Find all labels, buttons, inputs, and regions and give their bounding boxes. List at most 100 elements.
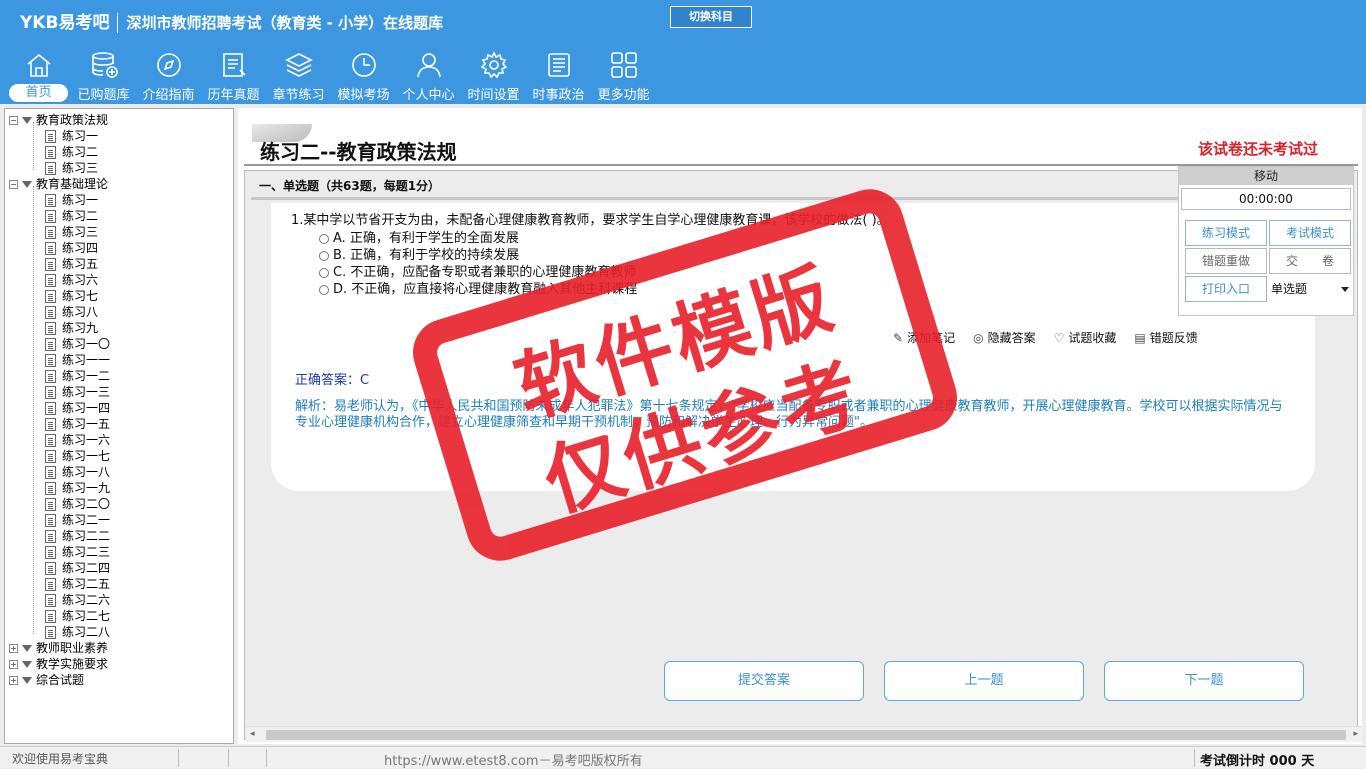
tree-item[interactable]: 练习三 [45, 160, 98, 176]
document-icon [45, 578, 56, 591]
tree-item[interactable]: 练习一二 [45, 368, 110, 384]
radio-icon[interactable] [319, 250, 329, 261]
nav-guide[interactable]: 介绍指南 [136, 48, 201, 104]
newspaper-icon [547, 53, 570, 77]
tree-item[interactable]: 练习二三 [45, 544, 110, 560]
document-icon [45, 626, 56, 639]
switch-subject-button[interactable]: 切换科目 [670, 6, 752, 28]
tree-item[interactable]: 练习二五 [45, 576, 110, 592]
document-icon [45, 418, 56, 431]
hide-answer-button[interactable]: ◎ 隐藏答案 [973, 329, 1036, 346]
tree-item[interactable]: 练习二四 [45, 560, 110, 576]
practice-mode-button[interactable]: 练习模式 [1185, 220, 1267, 246]
tree-item[interactable]: 练习五 [45, 256, 98, 272]
nav-purchased[interactable]: 已购题库 [71, 48, 136, 104]
hand-in-button[interactable]: 交 卷 [1269, 248, 1351, 274]
prev-question-button[interactable]: 上一题 [884, 661, 1084, 701]
tree-item[interactable]: 练习二 [45, 208, 98, 224]
favorite-button[interactable]: ♡ 试题收藏 [1054, 329, 1117, 346]
nav-label: 已购题库 [77, 88, 130, 103]
panel-move-handle[interactable]: 移动 [1179, 167, 1353, 185]
tree-item-label: 练习一八 [62, 465, 111, 479]
tree-group-teaching[interactable]: + 教学实施要求 [9, 656, 108, 672]
nav-past-exams[interactable]: 历年真题 [201, 48, 266, 104]
tree-item-label: 练习一六 [62, 433, 111, 447]
nav-mock-exam[interactable]: 模拟考场 [331, 48, 396, 104]
tree-item[interactable]: 练习二八 [45, 624, 110, 640]
question-type-select[interactable]: 单选题 [1269, 277, 1353, 301]
tree-item-label: 练习一二 [62, 369, 111, 383]
scroll-right-icon[interactable]: ▸ [1353, 729, 1358, 739]
tree-item[interactable]: 练习一五 [45, 416, 110, 432]
section-header: 一、单选题（共63题，每题1分） [259, 179, 441, 193]
clock-icon [351, 53, 376, 77]
tree-item[interactable]: 练习一八 [45, 464, 110, 480]
exam-mode-button[interactable]: 考试模式 [1269, 220, 1351, 246]
tree-item-label: 练习一七 [62, 449, 111, 463]
radio-icon[interactable] [319, 233, 329, 244]
tree-item[interactable]: 练习八 [45, 304, 98, 320]
tree-item[interactable]: 练习六 [45, 272, 98, 288]
tree-item[interactable]: 练习三 [45, 224, 98, 240]
collapse-icon[interactable]: − [9, 116, 18, 125]
document-icon [45, 226, 56, 239]
expand-icon[interactable]: + [9, 676, 18, 685]
print-button[interactable]: 打印入口 [1185, 276, 1267, 302]
tree-item[interactable]: 练习九 [45, 320, 98, 336]
tree-item-label: 练习二一 [62, 513, 111, 527]
scroll-thumb[interactable] [266, 730, 1346, 740]
tree-group-label: 综合试题 [36, 673, 85, 687]
tree-item[interactable]: 练习一〇 [45, 336, 110, 352]
tree-item[interactable]: 练习一一 [45, 352, 110, 368]
tree-item[interactable]: 练习二二 [45, 528, 110, 544]
document-icon [45, 130, 56, 143]
tree-item[interactable]: 练习二一 [45, 512, 110, 528]
expand-icon[interactable]: + [9, 644, 18, 653]
nav-more[interactable]: 更多功能 [591, 48, 656, 104]
tree-item[interactable]: 练习二〇 [45, 496, 110, 512]
tree-group-policy[interactable]: − 教育政策法规 [9, 112, 108, 128]
collapse-icon[interactable]: − [9, 180, 18, 189]
tree-item[interactable]: 练习一七 [45, 448, 110, 464]
tree-item[interactable]: 练习一九 [45, 480, 110, 496]
expand-icon[interactable]: + [9, 660, 18, 669]
tree-item[interactable]: 练习一四 [45, 400, 110, 416]
tree-item[interactable]: 练习一六 [45, 432, 110, 448]
nav-personal-center[interactable]: 个人中心 [396, 48, 461, 104]
tree-group-theory[interactable]: − 教育基础理论 [9, 176, 108, 192]
tree-group-comprehensive[interactable]: + 综合试题 [9, 672, 84, 688]
nav-chapter-practice[interactable]: 章节练习 [266, 48, 331, 104]
radio-icon[interactable] [319, 267, 329, 278]
radio-icon[interactable] [319, 284, 329, 295]
nav-home[interactable]: 首页 [6, 48, 71, 104]
title-bar: 练习二--教育政策法规 该试卷还未考试过 [238, 108, 1362, 168]
tree-item[interactable]: 练习二 [45, 144, 98, 160]
document-icon [45, 338, 56, 351]
tree-item-label: 练习三 [62, 225, 99, 239]
error-feedback-button[interactable]: ▤ 错题反馈 [1134, 329, 1197, 346]
document-icon [45, 530, 56, 543]
nav-time-settings[interactable]: 时间设置 [461, 48, 526, 104]
folder-arrow-icon [22, 181, 32, 188]
tree-item[interactable]: 练习一 [45, 128, 98, 144]
tree-item[interactable]: 练习四 [45, 240, 98, 256]
tree-item-label: 练习二八 [62, 625, 111, 639]
tree-item[interactable]: 练习一三 [45, 384, 110, 400]
tree-item[interactable]: 练习二七 [45, 608, 110, 624]
next-question-button[interactable]: 下一题 [1104, 661, 1304, 701]
tree-group-ethics[interactable]: + 教师职业素养 [9, 640, 108, 656]
chapter-tree: − 教育政策法规 练习一 练习二 练习三 − 教育基础理论 练习一 练习二 练习三 练习四 练习五 练习… [4, 108, 234, 744]
scroll-left-icon[interactable]: ◂ [250, 729, 255, 739]
home-icon [26, 53, 51, 77]
tree-item[interactable]: 练习二六 [45, 592, 110, 608]
user-icon [416, 53, 441, 78]
redo-wrong-button[interactable]: 错题重做 [1185, 248, 1267, 274]
tree-item[interactable]: 练习一 [45, 192, 98, 208]
tree-group-label: 教学实施要求 [36, 657, 109, 671]
tree-item[interactable]: 练习七 [45, 288, 98, 304]
horizontal-scrollbar[interactable]: ◂ ▸ [246, 726, 1362, 742]
document-icon [45, 162, 56, 175]
nav-current-affairs[interactable]: 时事政治 [526, 48, 591, 104]
submit-answer-button[interactable]: 提交答案 [664, 661, 864, 701]
layers-icon [284, 53, 313, 77]
